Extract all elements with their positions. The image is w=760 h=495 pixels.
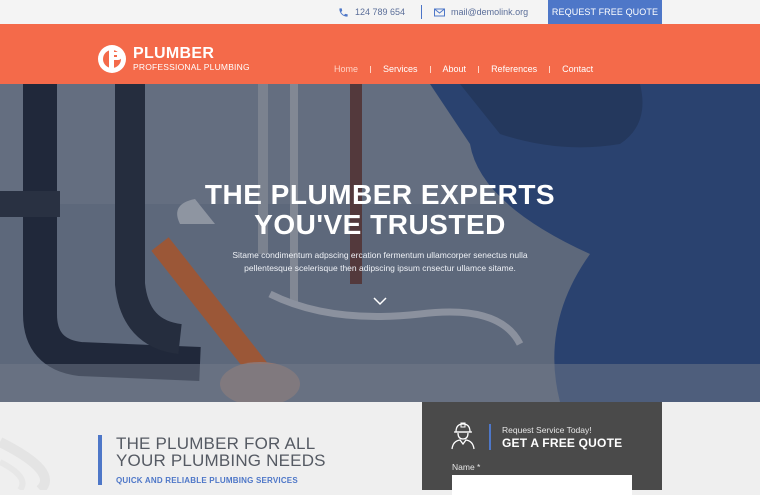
intro-heading-line1: THE PLUMBER FOR ALL bbox=[116, 434, 316, 453]
logo[interactable]: PLUMBER PROFESSIONAL PLUMBING bbox=[97, 44, 250, 74]
hero-text: Sitame condimentum adpscing ercation fer… bbox=[200, 249, 560, 275]
mail-icon bbox=[434, 8, 445, 16]
hero-title-line2: YOU'VE TRUSTED bbox=[254, 209, 506, 240]
hero-overlay bbox=[0, 84, 760, 402]
phone-contact[interactable]: 124 789 654 bbox=[338, 0, 405, 24]
hero-section: THE PLUMBER EXPERTS YOU'VE TRUSTED Sitam… bbox=[0, 84, 760, 402]
hero-title-line1: THE PLUMBER EXPERTS bbox=[204, 179, 556, 210]
email-address: mail@demolink.org bbox=[451, 7, 529, 17]
nav-item-services[interactable]: Services bbox=[371, 64, 430, 74]
topbar-divider bbox=[421, 5, 422, 19]
hero-text-line2: pellentesque scelerisque then adipscing … bbox=[244, 263, 516, 273]
heading-accent-bar bbox=[98, 435, 102, 485]
main-nav: Home Services About References Contact bbox=[322, 62, 605, 76]
name-label: Name * bbox=[452, 462, 481, 472]
form-kicker: Request Service Today! bbox=[502, 425, 592, 435]
chevron-down-icon[interactable] bbox=[373, 296, 387, 306]
nav-item-contact[interactable]: Contact bbox=[550, 64, 605, 74]
intro-heading-line2: YOUR PLUMBING NEEDS bbox=[116, 451, 326, 470]
phone-icon bbox=[339, 7, 348, 17]
brand-subtitle: PROFESSIONAL PLUMBING bbox=[133, 61, 250, 72]
email-contact[interactable]: mail@demolink.org bbox=[434, 0, 528, 24]
form-title: GET A FREE QUOTE bbox=[502, 436, 623, 450]
form-title-divider bbox=[489, 424, 491, 450]
request-quote-button[interactable]: REQUEST FREE QUOTE bbox=[548, 0, 662, 24]
logo-icon bbox=[98, 45, 126, 73]
top-bar: 124 789 654 mail@demolink.org REQUEST FR… bbox=[0, 0, 760, 24]
phone-number: 124 789 654 bbox=[355, 7, 406, 17]
nav-item-references[interactable]: References bbox=[479, 64, 549, 74]
worker-icon bbox=[451, 422, 475, 450]
quote-form-panel: Request Service Today! GET A FREE QUOTE … bbox=[422, 402, 662, 495]
site-header: PLUMBER PROFESSIONAL PLUMBING Home Servi… bbox=[0, 24, 760, 84]
nav-item-about[interactable]: About bbox=[431, 64, 479, 74]
intro-tagline: QUICK AND RELIABLE PLUMBING SERVICES bbox=[116, 476, 298, 485]
nav-item-home[interactable]: Home bbox=[322, 64, 370, 74]
name-input[interactable] bbox=[452, 475, 632, 495]
hero-text-line1: Sitame condimentum adpscing ercation fer… bbox=[232, 250, 528, 260]
brand-title: PLUMBER bbox=[133, 44, 215, 62]
